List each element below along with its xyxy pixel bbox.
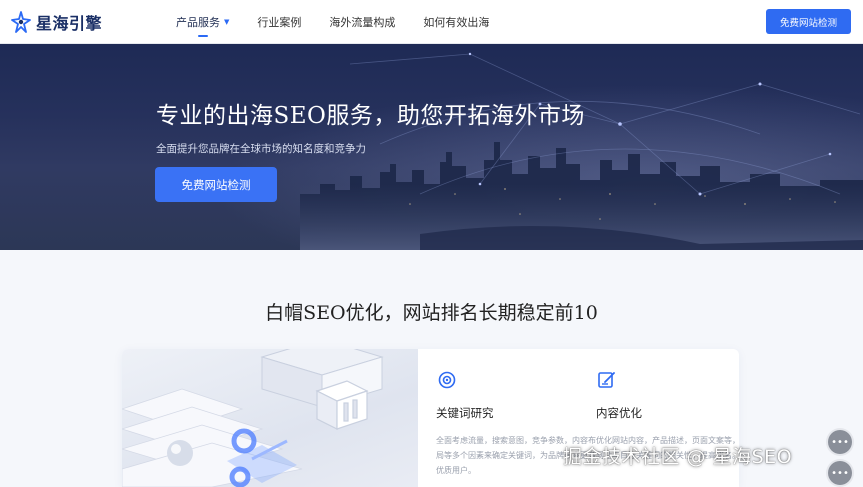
- brand-logo[interactable]: 星海引擎: [10, 10, 102, 34]
- main-menu: 产品服务 ▼ 行业案例 海外流量构成 如何有效出海: [176, 0, 517, 44]
- watermark-text: 掘金技术社区 @ 星海SEO: [563, 446, 793, 468]
- nav-item-label: 行业案例: [257, 16, 302, 29]
- hero-banner: 专业的出海SEO服务，助您开拓海外市场 全面提升您品牌在全球市场的知名度和竞争力…: [0, 44, 863, 250]
- seo-illustration: [122, 349, 418, 487]
- chevron-down-icon: ▼: [224, 18, 230, 26]
- active-indicator: [197, 35, 208, 37]
- free-site-check-button[interactable]: 免费网站检测: [766, 9, 851, 34]
- feature-title: 内容优化: [596, 406, 642, 420]
- chat-float-button-2[interactable]: •••: [828, 461, 852, 485]
- top-navbar: 星海引擎 产品服务 ▼ 行业案例 海外流量构成 如何有效出海 免费网站检测: [0, 0, 863, 44]
- nav-item-cases[interactable]: 行业案例: [257, 0, 301, 44]
- star-logo-icon: [11, 11, 31, 33]
- nav-item-traffic[interactable]: 海外流量构成: [329, 0, 395, 44]
- hero-free-check-button[interactable]: 免费网站检测: [155, 167, 277, 202]
- isometric-illustration: [122, 349, 384, 487]
- nav-item-howto[interactable]: 如何有效出海: [423, 0, 489, 44]
- more-dots-icon: •••: [831, 436, 849, 448]
- more-dots-icon: •••: [831, 467, 849, 479]
- hero-subtitle: 全面提升您品牌在全球市场的知名度和竞争力: [156, 143, 366, 155]
- chat-float-button[interactable]: •••: [828, 430, 852, 454]
- nav-item-label: 产品服务: [176, 16, 220, 29]
- feature-title: 关键词研究: [436, 406, 494, 420]
- city-network-background: [0, 44, 863, 250]
- section-title: 白帽SEO优化，网站排名长期稳定前10: [265, 302, 598, 324]
- hero-title: 专业的出海SEO服务，助您开拓海外市场: [156, 103, 585, 129]
- edit-icon: [598, 372, 615, 388]
- brand-name: 星海引擎: [36, 14, 103, 33]
- nav-item-label: 海外流量构成: [329, 16, 396, 29]
- nav-item-label: 如何有效出海: [423, 16, 490, 29]
- nav-item-products[interactable]: 产品服务 ▼: [176, 0, 229, 44]
- target-icon: [438, 371, 456, 389]
